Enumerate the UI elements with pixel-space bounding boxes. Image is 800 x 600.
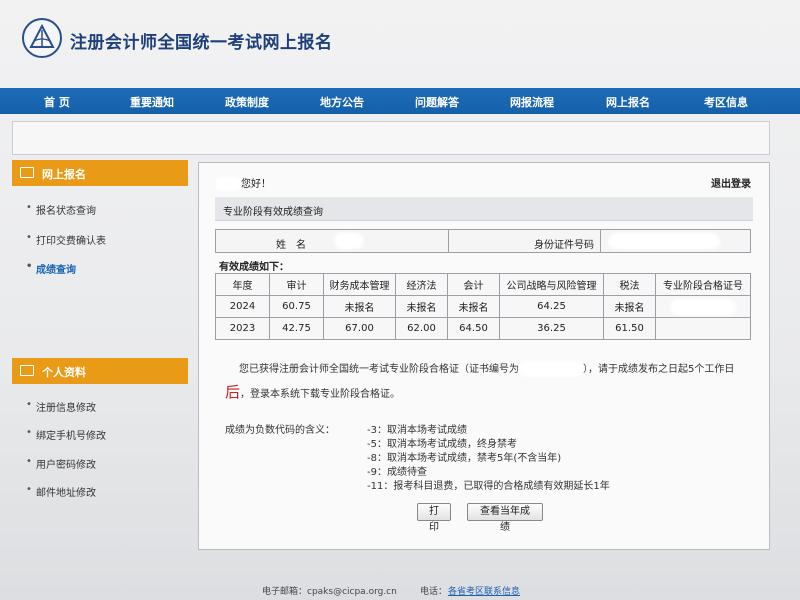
banner-strip bbox=[12, 121, 770, 155]
col-economic-law: 经济法 bbox=[395, 273, 448, 296]
footer-contact-link[interactable]: 各省考区联系信息 bbox=[448, 584, 520, 597]
col-strategy-risk: 公司战略与风险管理 bbox=[499, 273, 604, 296]
code-item: -11：报考科目退费，已取得的合格成绩有效期延长1年 bbox=[367, 481, 610, 492]
section-title: 专业阶段有效成绩查询 bbox=[223, 207, 323, 218]
divider bbox=[448, 230, 449, 252]
cell-strategy-risk: 64.25 bbox=[499, 295, 604, 318]
sidebar-item-status[interactable]: 报名状态查询 bbox=[26, 202, 96, 217]
cell-certificate-no bbox=[655, 295, 751, 318]
cell-accounting: 未报名 bbox=[447, 295, 500, 318]
col-audit: 审计 bbox=[269, 273, 324, 296]
section-header: 专业阶段有效成绩查询 bbox=[215, 197, 753, 221]
content-panel: 您好！ 退出登录 专业阶段有效成绩查询 姓 名 身份证件号码 有效成绩如下： 年… bbox=[198, 162, 770, 550]
redacted-certificate bbox=[670, 298, 736, 315]
cell-tax-law: 未报名 bbox=[603, 295, 656, 318]
nav-faq[interactable]: 问题解答 bbox=[415, 94, 459, 110]
greeting: 您好！ bbox=[215, 175, 271, 191]
cell-tax-law: 61.50 bbox=[603, 317, 656, 340]
view-current-year-button[interactable]: 查看当年成绩 bbox=[467, 503, 543, 533]
sidebar: 网上报名 报名状态查询 打印交费确认表 成绩查询 个人资料 注册信息修改 绑定手… bbox=[12, 160, 188, 550]
cell-audit: 42.75 bbox=[269, 317, 324, 340]
cell-economic-law: 未报名 bbox=[395, 295, 448, 318]
logout-link[interactable]: 退出登录 bbox=[711, 175, 751, 190]
sidebar-section-title: 网上报名 bbox=[42, 168, 86, 181]
cell-economic-law: 62.00 bbox=[395, 317, 448, 340]
sidebar-item-phone[interactable]: 绑定手机号修改 bbox=[26, 427, 106, 442]
nav-process[interactable]: 网报流程 bbox=[510, 94, 554, 110]
notice-text: 您已获得注册会计师全国统一考试专业阶段合格证（证书编号为 bbox=[239, 364, 519, 375]
cell-accounting: 64.50 bbox=[447, 317, 500, 340]
sidebar-item-password[interactable]: 用户密码修改 bbox=[26, 456, 96, 471]
nav-home[interactable]: 首 页 bbox=[44, 94, 70, 110]
sidebar-item-score-query[interactable]: 成绩查询 bbox=[26, 261, 76, 276]
sidebar-item-print-fee[interactable]: 打印交费确认表 bbox=[26, 232, 106, 247]
sidebar-item-email[interactable]: 邮件地址修改 bbox=[26, 484, 96, 499]
table-row: 2023 42.75 67.00 62.00 64.50 36.25 61.50 bbox=[215, 317, 751, 340]
name-label: 姓 名 bbox=[276, 240, 306, 251]
sidebar-section-registration: 网上报名 bbox=[12, 160, 188, 186]
cell-strategy-risk: 36.25 bbox=[499, 317, 604, 340]
notice-text: ），请于成绩发布之日起5个工作日 bbox=[583, 364, 735, 375]
nav-exam-area[interactable]: 考区信息 bbox=[704, 94, 748, 110]
cell-year: 2024 bbox=[215, 295, 270, 318]
code-item: -5：取消本场考试成绩，终身禁考 bbox=[367, 439, 517, 450]
site-title: 注册会计师全国统一考试网上报名 bbox=[70, 33, 333, 53]
id-card-icon bbox=[20, 365, 34, 376]
monitor-icon bbox=[20, 167, 34, 178]
code-item: -9：成绩待查 bbox=[367, 467, 427, 478]
cell-certificate-no bbox=[655, 317, 751, 340]
sidebar-section-title: 个人资料 bbox=[42, 366, 86, 379]
code-item: -8：取消本场考试成绩，禁考5年(不含当年) bbox=[367, 453, 562, 464]
col-financial-management: 财务成本管理 bbox=[323, 273, 396, 296]
main-nav: 首 页 重要通知 政策制度 地方公告 问题解答 网报流程 网上报名 考区信息 bbox=[0, 88, 800, 114]
redacted-id-value bbox=[608, 233, 720, 249]
cell-financial-management: 67.00 bbox=[323, 317, 396, 340]
notice-highlight: 后 bbox=[225, 383, 241, 401]
col-accounting: 会计 bbox=[447, 273, 500, 296]
cicpa-logo bbox=[22, 18, 62, 58]
id-label: 身份证件号码 bbox=[534, 240, 594, 251]
nav-policy[interactable]: 政策制度 bbox=[225, 94, 269, 110]
certificate-notice: 您已获得注册会计师全国统一考试专业阶段合格证（证书编号为 ），请于成绩发布之日起5… bbox=[225, 359, 745, 406]
greeting-text: 您好！ bbox=[241, 179, 271, 190]
col-certificate-no: 专业阶段合格证号 bbox=[655, 273, 751, 296]
redacted-name bbox=[215, 177, 241, 191]
nav-important-notices[interactable]: 重要通知 bbox=[130, 94, 174, 110]
site-header: 注册会计师全国统一考试网上报名 bbox=[0, 0, 800, 86]
cell-audit: 60.75 bbox=[269, 295, 324, 318]
code-item: -3：取消本场考试成绩 bbox=[367, 425, 467, 436]
codes-list: -3：取消本场考试成绩 -5：取消本场考试成绩，终身禁考 -8：取消本场考试成绩… bbox=[367, 421, 610, 492]
scores-table: 年度 审计 财务成本管理 经济法 会计 公司战略与风险管理 税法 专业阶段合格证… bbox=[215, 273, 751, 340]
notice-text: ，登录本系统下载专业阶段合格证。 bbox=[240, 389, 401, 400]
redacted-name-value bbox=[334, 233, 364, 249]
footer-email: 电子邮箱：cpaks@cicpa.org.cn bbox=[262, 587, 397, 597]
cell-year: 2023 bbox=[215, 317, 270, 340]
valid-scores-label: 有效成绩如下： bbox=[219, 262, 289, 273]
sidebar-section-profile: 个人资料 bbox=[12, 358, 188, 384]
codes-label: 成绩为负数代码的含义： bbox=[225, 425, 335, 436]
sidebar-item-edit-info[interactable]: 注册信息修改 bbox=[26, 399, 96, 414]
print-button[interactable]: 打印 bbox=[417, 503, 451, 533]
table-header-row: 年度 审计 财务成本管理 经济法 会计 公司战略与风险管理 税法 专业阶段合格证… bbox=[215, 273, 751, 296]
col-tax-law: 税法 bbox=[603, 273, 656, 296]
col-year: 年度 bbox=[215, 273, 270, 296]
table-row: 2024 60.75 未报名 未报名 未报名 64.25 未报名 bbox=[215, 295, 751, 318]
divider bbox=[600, 230, 601, 252]
cell-financial-management: 未报名 bbox=[323, 295, 396, 318]
candidate-info-row: 姓 名 身份证件号码 bbox=[215, 229, 751, 253]
nav-local-announcements[interactable]: 地方公告 bbox=[320, 94, 364, 110]
footer-phone-label: 电话： bbox=[420, 587, 448, 597]
nav-online-registration[interactable]: 网上报名 bbox=[606, 94, 650, 110]
redacted-certificate-no bbox=[519, 361, 583, 377]
